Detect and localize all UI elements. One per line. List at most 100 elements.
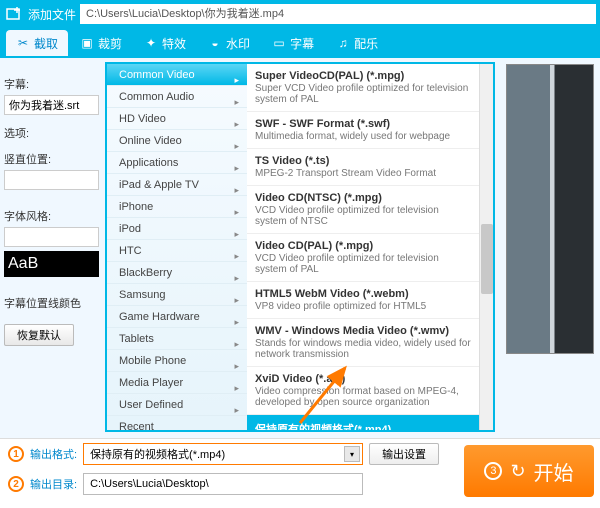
- category-label: BlackBerry: [119, 267, 172, 279]
- format-description: VCD Video profile optimized for televisi…: [255, 253, 471, 275]
- category-item[interactable]: HD Video▸: [107, 108, 247, 130]
- output-dir-label: 输出目录:: [30, 476, 77, 492]
- category-item[interactable]: Media Player▸: [107, 372, 247, 394]
- category-item[interactable]: Online Video▸: [107, 130, 247, 152]
- tab-effects[interactable]: ✦ 特效: [134, 30, 196, 56]
- tab-music-label: 配乐: [354, 35, 378, 52]
- format-description: Video compression format based on MPEG-4…: [255, 386, 471, 408]
- step-3-badge: 3: [484, 462, 502, 480]
- format-item[interactable]: Video CD(PAL) (*.mpg)VCD Video profile o…: [247, 234, 479, 282]
- format-title: Super VideoCD(PAL) (*.mpg): [255, 70, 471, 82]
- vertical-position-field[interactable]: [4, 170, 99, 190]
- output-dir-field[interactable]: [83, 473, 363, 495]
- output-format-combo[interactable]: 保持原有的视频格式(*.mp4) ▾: [83, 443, 363, 465]
- category-label: Media Player: [119, 377, 183, 389]
- category-item[interactable]: Tablets▸: [107, 328, 247, 350]
- format-description: VP8 video profile optimized for HTML5: [255, 301, 471, 312]
- format-item[interactable]: 保持原有的视频格式(*.mp4)Keep Original Video Form…: [247, 415, 479, 430]
- tab-subtitle[interactable]: ▭字幕: [262, 30, 324, 56]
- category-item[interactable]: HTC▸: [107, 240, 247, 262]
- format-list: Super VideoCD(PAL) (*.mpg)Super VCD Vide…: [247, 64, 479, 430]
- category-label: HTC: [119, 245, 142, 257]
- category-label: Tablets: [119, 333, 154, 345]
- category-label: Game Hardware: [119, 311, 200, 323]
- category-label: iPhone: [119, 201, 153, 213]
- category-item[interactable]: Recent▸: [107, 416, 247, 430]
- output-format-label: 输出格式:: [30, 446, 77, 462]
- category-item[interactable]: Game Hardware▸: [107, 306, 247, 328]
- font-style-label: 字体风格:: [4, 208, 101, 224]
- scrollbar-thumb[interactable]: [481, 224, 493, 294]
- font-preview-swatch[interactable]: AaB: [4, 251, 99, 277]
- category-item[interactable]: User Defined▸: [107, 394, 247, 416]
- options-label: 选项:: [4, 125, 101, 141]
- format-title: TS Video (*.ts): [255, 155, 471, 167]
- category-label: Mobile Phone: [119, 355, 186, 367]
- category-item[interactable]: Applications▸: [107, 152, 247, 174]
- format-item[interactable]: WMV - Windows Media Video (*.wmv)Stands …: [247, 319, 479, 367]
- format-item[interactable]: XviD Video (*.avi)Video compression form…: [247, 367, 479, 415]
- bottom-bar: 1 输出格式: 保持原有的视频格式(*.mp4) ▾ 输出设置 2 输出目录: …: [0, 438, 600, 508]
- preview-frame: [507, 65, 593, 353]
- category-item[interactable]: Samsung▸: [107, 284, 247, 306]
- format-description: Super VCD Video profile optimized for te…: [255, 83, 471, 105]
- start-button-label: 开始: [534, 457, 574, 486]
- step-2-badge: 2: [8, 476, 24, 492]
- format-description: VCD Video profile optimized for televisi…: [255, 205, 471, 227]
- tab-watermark[interactable]: ◒水印: [198, 30, 260, 56]
- magic-icon: ✦: [144, 36, 158, 50]
- category-item[interactable]: Mobile Phone▸: [107, 350, 247, 372]
- tab-music[interactable]: ♫ 配乐: [326, 30, 388, 56]
- category-item[interactable]: iPod▸: [107, 218, 247, 240]
- format-description: MPEG-2 Transport Stream Video Format: [255, 168, 471, 179]
- scissors-icon: ✂: [16, 36, 30, 50]
- subtitle-file-field[interactable]: [4, 95, 99, 115]
- format-item[interactable]: SWF - SWF Format (*.swf)Multimedia forma…: [247, 112, 479, 149]
- main-area: 字幕: 选项: 竖直位置: 字体风格: AaB 字幕位置线颜色 恢复默认 Com…: [0, 58, 600, 438]
- restore-defaults-button[interactable]: 恢复默认: [4, 324, 74, 346]
- category-item[interactable]: Common Video▸: [107, 64, 247, 86]
- video-preview: [506, 64, 594, 354]
- format-title: HTML5 WebM Video (*.webm): [255, 288, 471, 300]
- tab-cut-label: 裁剪: [98, 35, 122, 52]
- output-settings-button[interactable]: 输出设置: [369, 443, 439, 465]
- tab-crop-label: 截取: [34, 35, 58, 52]
- start-button[interactable]: 3 ↻ 开始: [464, 445, 594, 497]
- chevron-down-icon[interactable]: ▾: [344, 446, 360, 462]
- format-description: Stands for windows media video, widely u…: [255, 338, 471, 360]
- format-item[interactable]: TS Video (*.ts)MPEG-2 Transport Stream V…: [247, 149, 479, 186]
- title-bar: 添加文件 C:\Users\Lucia\Desktop\你为我着迷.mp4: [0, 0, 600, 28]
- format-title: Video CD(NTSC) (*.mpg): [255, 192, 471, 204]
- music-icon: ♫: [336, 36, 350, 50]
- crop-icon: ▣: [80, 36, 94, 50]
- vertical-position-label: 竖直位置:: [4, 151, 101, 167]
- droplet-icon: ◒: [208, 36, 222, 50]
- category-item[interactable]: iPad & Apple TV▸: [107, 174, 247, 196]
- format-scrollbar[interactable]: [479, 64, 493, 430]
- tab-effects-label: 特效: [162, 35, 186, 52]
- file-path-display: C:\Users\Lucia\Desktop\你为我着迷.mp4: [80, 4, 596, 24]
- step-1-badge: 1: [8, 446, 24, 462]
- format-item[interactable]: Super VideoCD(PAL) (*.mpg)Super VCD Vide…: [247, 64, 479, 112]
- tab-crop[interactable]: ✂ 截取: [6, 30, 68, 56]
- line-color-label: 字幕位置线颜色: [4, 295, 101, 311]
- output-format-value: 保持原有的视频格式(*.mp4): [90, 446, 225, 462]
- format-title: 保持原有的视频格式(*.mp4): [255, 421, 471, 430]
- category-item[interactable]: iPhone▸: [107, 196, 247, 218]
- subtitle-settings-panel: 字幕: 选项: 竖直位置: 字体风格: AaB 字幕位置线颜色 恢复默认: [0, 58, 105, 438]
- category-item[interactable]: Common Audio▸: [107, 86, 247, 108]
- add-file-icon[interactable]: [4, 4, 24, 24]
- refresh-icon: ↻: [510, 461, 525, 482]
- category-label: Common Audio: [119, 91, 194, 103]
- category-label: Common Video: [119, 69, 195, 81]
- font-style-field[interactable]: [4, 227, 99, 247]
- category-item[interactable]: BlackBerry▸: [107, 262, 247, 284]
- tab-cut[interactable]: ▣ 裁剪: [70, 30, 132, 56]
- add-file-label[interactable]: 添加文件: [28, 6, 76, 23]
- category-list: Common Video▸Common Audio▸HD Video▸Onlin…: [107, 64, 247, 430]
- tab-subtitle-label: 字幕: [290, 35, 314, 52]
- format-dropdown-panel: Common Video▸Common Audio▸HD Video▸Onlin…: [105, 62, 495, 432]
- format-title: Video CD(PAL) (*.mpg): [255, 240, 471, 252]
- format-item[interactable]: HTML5 WebM Video (*.webm)VP8 video profi…: [247, 282, 479, 319]
- format-item[interactable]: Video CD(NTSC) (*.mpg)VCD Video profile …: [247, 186, 479, 234]
